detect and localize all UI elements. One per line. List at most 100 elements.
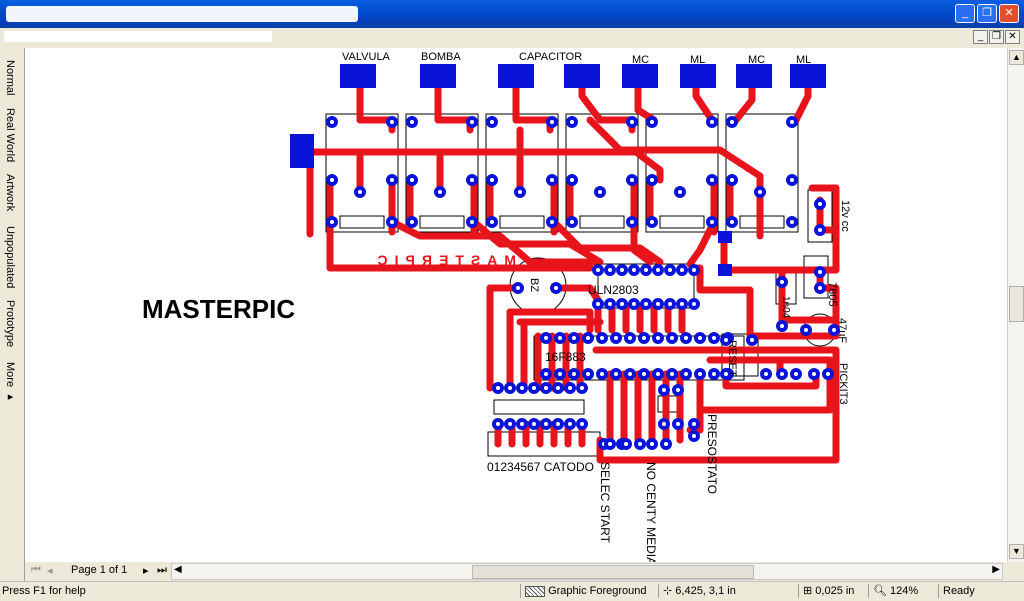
pad (672, 384, 684, 396)
pad (610, 368, 622, 380)
pcb-artwork: MASTERPIC VALVULA BOMBA CAPACITOR MC ML … (142, 51, 851, 562)
pad (726, 116, 738, 128)
tab-normal[interactable]: Normal (4, 60, 16, 95)
scroll-up-button[interactable]: ▲ (1009, 50, 1024, 65)
last-page-icon[interactable]: ⏭ (157, 564, 167, 577)
pad (822, 368, 834, 380)
pad (694, 368, 706, 380)
pad (434, 186, 446, 198)
pad (790, 368, 802, 380)
pad (706, 116, 718, 128)
pad (568, 332, 580, 344)
pad (646, 216, 658, 228)
pad (652, 368, 664, 380)
pad (680, 368, 692, 380)
pad (646, 438, 658, 450)
prev-page-icon[interactable]: ◂ (47, 564, 53, 577)
label-diode: 1n04 (780, 296, 791, 319)
pad (466, 116, 478, 128)
menu-items[interactable] (4, 31, 272, 42)
layer-pattern-icon (525, 585, 545, 597)
tab-prototype[interactable]: Prototype (4, 300, 16, 347)
pad (652, 332, 664, 344)
minimize-button[interactable]: _ (955, 4, 975, 23)
pad (546, 174, 558, 186)
label-display: 01234567 CATODO (487, 460, 594, 474)
pad (504, 418, 516, 430)
pad (550, 282, 562, 294)
pad (676, 264, 688, 276)
label-reset: RESET (726, 340, 738, 377)
doc-restore-button[interactable]: ❐ (989, 30, 1004, 44)
pad (708, 368, 720, 380)
scroll-thumb[interactable] (1009, 286, 1024, 322)
first-page-icon[interactable]: ⏮ (31, 564, 41, 577)
menu-bar (0, 28, 1024, 46)
scroll-left-button[interactable]: ◀ (174, 564, 182, 575)
pad (540, 368, 552, 380)
close-button[interactable]: ✕ (999, 4, 1019, 23)
pad (596, 332, 608, 344)
pad (706, 174, 718, 186)
coords-text: 6,425, 3,1 in (675, 585, 736, 597)
status-coords: ⊹ 6,425, 3,1 in (658, 584, 736, 598)
pad (552, 418, 564, 430)
pad (628, 264, 640, 276)
pad (566, 116, 578, 128)
pad (566, 216, 578, 228)
pad (386, 174, 398, 186)
pcb-canvas[interactable]: MASTERPIC VALVULA BOMBA CAPACITOR MC ML … (25, 48, 1007, 562)
pad (658, 418, 670, 430)
pad (688, 264, 700, 276)
tab-real-world[interactable]: Real World (4, 108, 16, 162)
magnifier-icon: 🔍︎ (873, 585, 887, 597)
pad (708, 332, 720, 344)
label-selec-start: SELEC START (598, 462, 612, 544)
tab-more[interactable]: More ▸ (4, 362, 17, 403)
label-mc-1: MC (632, 54, 649, 66)
pad (326, 216, 338, 228)
pad (466, 174, 478, 186)
next-page-icon[interactable]: ▸ (143, 564, 149, 577)
vertical-scrollbar[interactable]: ▲ ▼ (1007, 48, 1024, 562)
scroll-down-button[interactable]: ▼ (1009, 544, 1024, 559)
pad (528, 382, 540, 394)
pad (646, 174, 658, 186)
status-layer: Graphic Foreground (520, 584, 647, 598)
scroll-right-button[interactable]: ▶ (992, 564, 1000, 575)
status-state: Ready (938, 584, 975, 598)
horizontal-scrollbar[interactable]: ◀ ▶ (171, 563, 1003, 580)
pad (786, 116, 798, 128)
pad (640, 264, 652, 276)
pad (786, 216, 798, 228)
tab-unpopulated[interactable]: Unpopulated (4, 226, 16, 288)
tab-artwork[interactable]: Artwork (4, 174, 16, 211)
pad (616, 298, 628, 310)
title-bar: _ ❐ ✕ (0, 0, 1024, 28)
pad (406, 216, 418, 228)
pads (326, 116, 840, 450)
label-ml-1: ML (690, 54, 705, 66)
h-scroll-thumb[interactable] (472, 565, 754, 579)
pad (620, 438, 632, 450)
page-bar: ⏮ ◂ Page 1 of 1 ▸ ⏭ ◀ ▶ (25, 562, 1024, 580)
doc-minimize-button[interactable]: _ (973, 30, 988, 44)
doc-close-button[interactable]: ✕ (1005, 30, 1020, 44)
maximize-button[interactable]: ❐ (977, 4, 997, 23)
pad (638, 368, 650, 380)
label-bomba: BOMBA (421, 51, 461, 63)
pad (546, 216, 558, 228)
label-bz: BZ (528, 278, 540, 292)
pad (486, 174, 498, 186)
pad (800, 324, 812, 336)
pad (582, 368, 594, 380)
pad (492, 418, 504, 430)
pad (486, 116, 498, 128)
pad (492, 382, 504, 394)
pad (652, 298, 664, 310)
pad (568, 368, 580, 380)
pad (552, 382, 564, 394)
pad (674, 186, 686, 198)
pad (386, 116, 398, 128)
pad (466, 216, 478, 228)
